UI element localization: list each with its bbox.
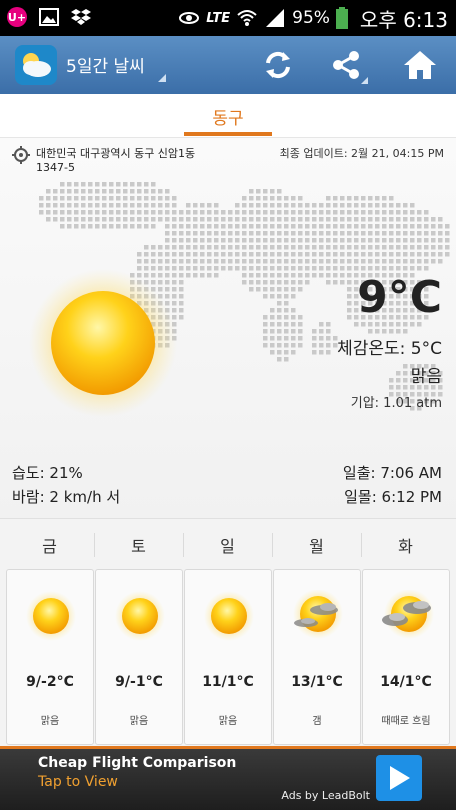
wind: 바람: 2 km/h 서 bbox=[12, 488, 121, 506]
tab-indicator bbox=[184, 132, 272, 136]
sunset: 일몰: 6:12 PM bbox=[344, 488, 442, 506]
action-bar: 5일간 날씨 bbox=[0, 36, 456, 94]
ad-title[interactable]: Cheap Flight Comparison bbox=[38, 755, 236, 771]
tab-location[interactable]: 동구 bbox=[0, 104, 456, 129]
ad-play-button[interactable] bbox=[376, 755, 422, 801]
battery-percent: 95% bbox=[292, 8, 330, 28]
ad-attribution: Ads by LeadBolt bbox=[281, 789, 370, 802]
forecast-condition: 맑음 bbox=[40, 716, 60, 727]
sunrise: 일출: 7:06 AM bbox=[342, 464, 442, 482]
location-tab-bar: 동구 bbox=[0, 94, 456, 138]
humidity: 습도: 21% bbox=[12, 464, 83, 482]
clock: 오후 6:13 bbox=[359, 7, 448, 32]
forecast-card[interactable]: 9/-2°C 맑음 bbox=[6, 569, 94, 745]
wifi-icon bbox=[237, 10, 257, 26]
eye-icon bbox=[179, 12, 200, 24]
sun-cloud-icon bbox=[382, 590, 434, 639]
forecast-condition: 맑음 bbox=[218, 716, 238, 727]
forecast-condition: 맑음 bbox=[129, 716, 149, 727]
svg-text:U+: U+ bbox=[8, 11, 26, 24]
current-temperature: 9°C bbox=[357, 272, 442, 323]
forecast-card[interactable]: 9/-1°C 맑음 bbox=[95, 569, 183, 745]
refresh-button[interactable] bbox=[254, 44, 302, 86]
sun-icon bbox=[29, 269, 177, 417]
app-logo-icon[interactable] bbox=[14, 44, 58, 86]
home-icon bbox=[404, 51, 436, 79]
share-icon bbox=[333, 51, 359, 79]
signal-icon bbox=[266, 9, 285, 27]
sun-icon bbox=[204, 591, 254, 641]
sun-icon bbox=[115, 591, 165, 641]
home-button[interactable] bbox=[396, 44, 444, 86]
day-header: 일 bbox=[220, 537, 235, 556]
five-day-forecast: 금 토 일 월 화 9/-2°C 맑음 9/-1°C 맑음 11/1°C 맑음 bbox=[0, 518, 456, 746]
forecast-temperature: 11/1°C bbox=[202, 674, 254, 690]
forecast-temperature: 13/1°C bbox=[291, 674, 343, 690]
forecast-card[interactable]: 14/1°C 때때로 흐림 bbox=[362, 569, 450, 745]
day-header: 화 bbox=[398, 537, 413, 556]
address-line-1: 대한민국 대구광역시 동구 신암1동 bbox=[36, 147, 196, 160]
uplus-icon: U+ bbox=[7, 7, 27, 27]
app-title[interactable]: 5일간 날씨 bbox=[66, 52, 145, 77]
sun-icon bbox=[26, 591, 76, 641]
play-icon bbox=[390, 766, 410, 790]
address-line-2: 1347-5 bbox=[36, 161, 75, 174]
dropdown-indicator bbox=[158, 74, 166, 82]
day-header: 월 bbox=[309, 537, 324, 556]
lte-badge: LTE bbox=[206, 10, 231, 26]
forecast-temperature: 14/1°C bbox=[380, 674, 432, 690]
dropbox-icon bbox=[71, 9, 91, 25]
forecast-temperature: 9/-1°C bbox=[115, 674, 163, 690]
battery-icon bbox=[335, 7, 348, 29]
sun-cloud-icon bbox=[293, 590, 343, 639]
location-target-icon bbox=[12, 146, 30, 164]
day-headers: 금 토 일 월 화 bbox=[0, 533, 456, 557]
ad-subtitle[interactable]: Tap to View bbox=[38, 774, 118, 790]
forecast-condition: 때때로 흐림 bbox=[381, 716, 431, 727]
gallery-icon bbox=[39, 8, 59, 26]
last-update: 최종 업데이트: 2월 21, 04:15 PM bbox=[279, 147, 444, 160]
current-condition: 맑음 bbox=[410, 367, 442, 387]
share-button[interactable] bbox=[322, 44, 370, 86]
day-header: 토 bbox=[131, 537, 146, 556]
forecast-card[interactable]: 13/1°C 갬 bbox=[273, 569, 361, 745]
forecast-condition: 갬 bbox=[312, 716, 322, 727]
status-bar: U+ LTE 95% 오후 6:13 bbox=[0, 0, 456, 36]
forecast-card[interactable]: 11/1°C 맑음 bbox=[184, 569, 272, 745]
day-header: 금 bbox=[42, 537, 57, 556]
forecast-temperature: 9/-2°C bbox=[26, 674, 74, 690]
ad-banner[interactable]: Cheap Flight Comparison Tap to View Ads … bbox=[0, 746, 456, 810]
feels-like: 체감온도: 5°C bbox=[337, 339, 442, 359]
pressure: 기압: 1.01 atm bbox=[350, 396, 442, 411]
refresh-icon bbox=[266, 51, 290, 79]
current-weather-panel: 대한민국 대구광역시 동구 신암1동 1347-5 최종 업데이트: 2월 21… bbox=[0, 138, 456, 518]
